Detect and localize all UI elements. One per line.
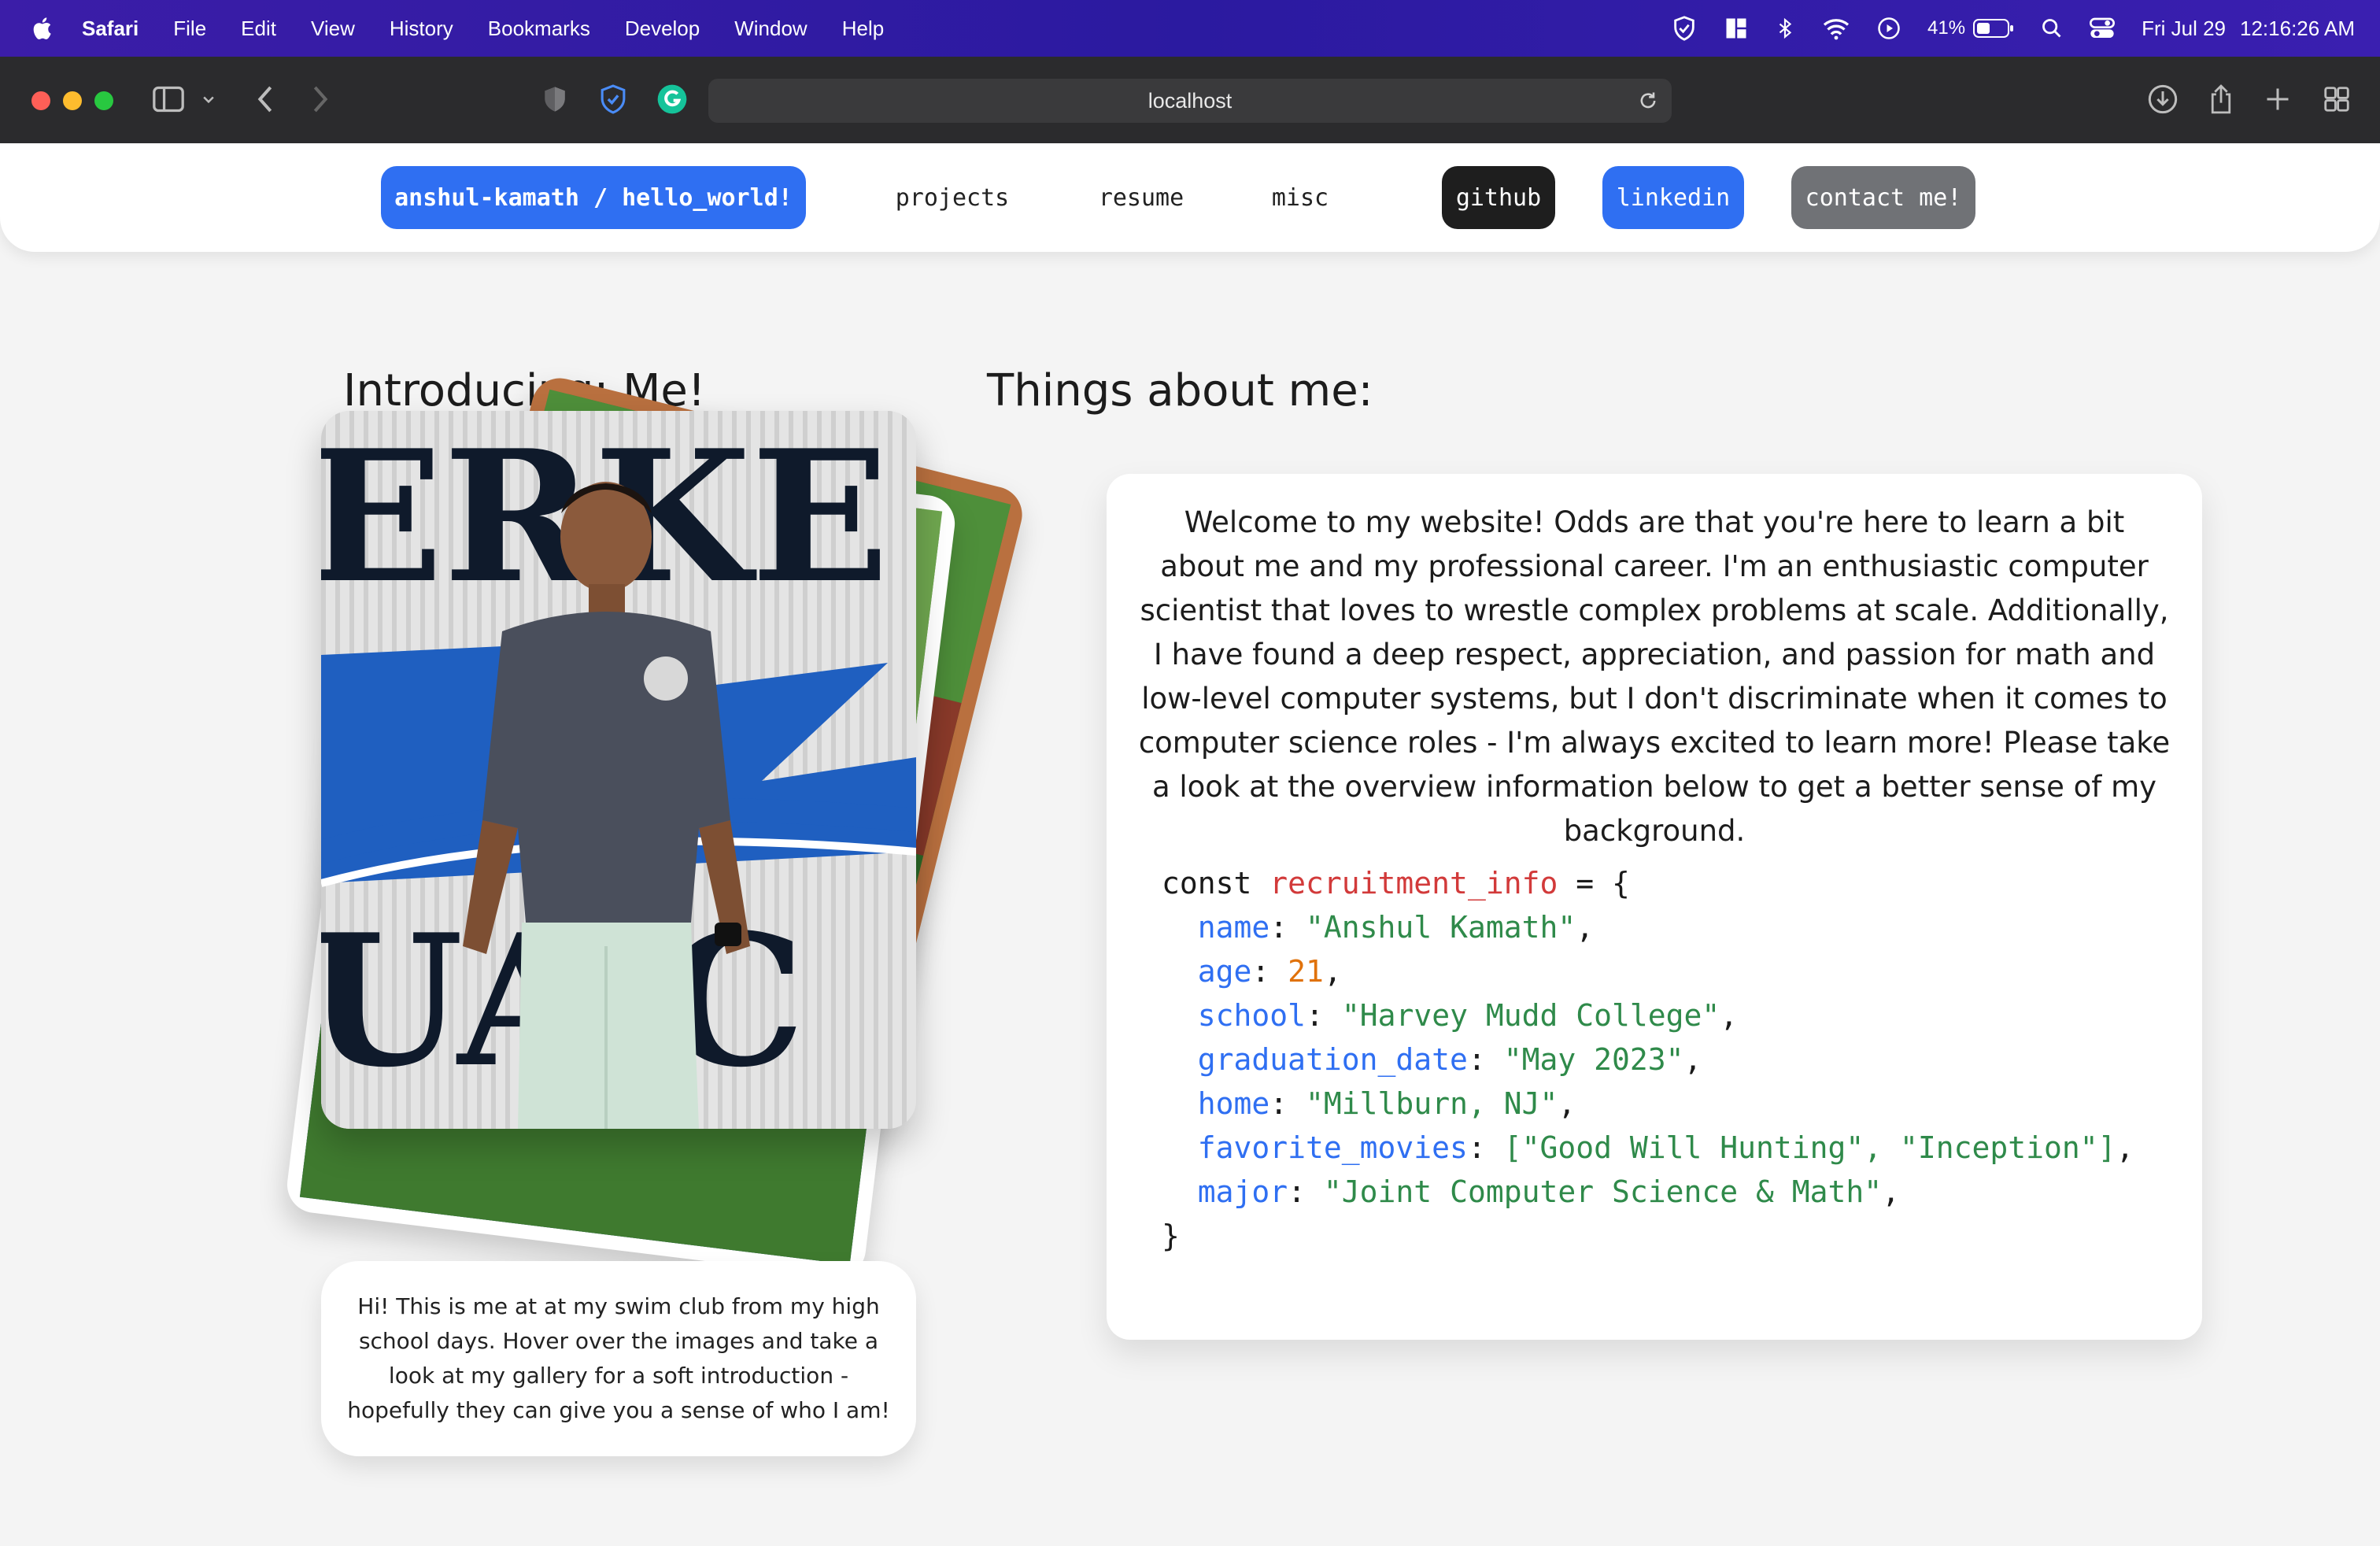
menu-history[interactable]: History (390, 17, 453, 41)
site-navbar: anshul-kamath / hello_world! projects re… (0, 143, 2380, 252)
code-variable-name: recruitment_info (1269, 866, 1558, 901)
close-window-button[interactable] (31, 91, 50, 110)
sidebar-toggle-icon[interactable] (151, 83, 186, 118)
privacy-report-icon[interactable] (541, 83, 568, 118)
contact-me-button[interactable]: contact me! (1791, 166, 1975, 229)
gallery-photo-front[interactable]: ERKE UA C (321, 411, 916, 1129)
control-center-icon[interactable] (2090, 17, 2116, 40)
menubar-date[interactable]: Fri Jul 29 (2142, 17, 2226, 41)
reload-icon[interactable] (1637, 90, 1659, 117)
bitwarden-extension-icon[interactable] (598, 83, 628, 118)
code-key-major: major (1197, 1174, 1288, 1209)
nav-link-resume[interactable]: resume (1086, 166, 1196, 229)
code-keyword: const (1162, 866, 1252, 901)
menu-help[interactable]: Help (842, 17, 884, 41)
menu-bookmarks[interactable]: Bookmarks (488, 17, 590, 41)
menu-file[interactable]: File (173, 17, 206, 41)
menu-develop[interactable]: Develop (625, 17, 700, 41)
code-key-favorite-movies: favorite_movies (1197, 1130, 1468, 1165)
home-brand-link[interactable]: anshul-kamath / hello_world! (381, 166, 806, 229)
code-key-home: home (1197, 1086, 1270, 1121)
about-heading: Things about me: (987, 365, 1373, 416)
nav-link-projects[interactable]: projects (889, 166, 1015, 229)
photo-caption-text: Hi! This is me at at my swim club from m… (347, 1293, 890, 1423)
battery-indicator[interactable]: 41% (1927, 17, 2014, 39)
minimize-window-button[interactable] (63, 91, 82, 110)
chevron-down-icon[interactable] (200, 91, 217, 110)
grammarly-extension-icon[interactable] (656, 83, 688, 118)
code-open-brace: = { (1558, 866, 1630, 901)
menubar-time[interactable]: 12:16:26 AM (2240, 17, 2355, 41)
swim-club-photo: ERKE UA C (321, 411, 916, 1129)
bluetooth-icon[interactable] (1775, 16, 1795, 41)
menu-edit[interactable]: Edit (241, 17, 276, 41)
menu-view[interactable]: View (311, 17, 355, 41)
zoom-window-button[interactable] (94, 91, 113, 110)
downloads-icon[interactable] (2147, 83, 2179, 118)
battery-icon (1973, 19, 2014, 38)
address-bar-url: localhost (1148, 88, 1232, 113)
photo-gallery[interactable]: ERKE UA C (283, 372, 1086, 1293)
battery-percent: 41% (1927, 17, 1966, 39)
browser-toolbar: localhost (0, 57, 2380, 144)
code-value-age: 21 (1288, 954, 1324, 989)
code-key-graduation-date: graduation_date (1197, 1042, 1468, 1077)
web-page: anshul-kamath / hello_world! projects re… (0, 143, 2380, 1546)
about-intro-text: Welcome to my website! Odds are that you… (1138, 505, 2171, 848)
recruitment-info-code: const recruitment_info = { name: "Anshul… (1162, 866, 2134, 1253)
code-key-age: age (1197, 954, 1252, 989)
code-value-home: "Millburn, NJ" (1306, 1086, 1558, 1121)
back-icon[interactable] (253, 83, 277, 118)
tab-overview-icon[interactable] (2322, 83, 2352, 118)
code-close-brace: } (1162, 1219, 1180, 1253)
wifi-icon[interactable] (1822, 17, 1850, 40)
new-tab-icon[interactable] (2264, 83, 2292, 118)
code-value-name: "Anshul Kamath" (1306, 910, 1576, 945)
shield-status-icon[interactable] (1671, 15, 1698, 42)
nav-link-misc[interactable]: misc (1259, 166, 1341, 229)
address-bar[interactable]: localhost (708, 79, 1672, 123)
github-button[interactable]: github (1442, 166, 1555, 229)
code-key-school: school (1197, 998, 1306, 1033)
macos-menu-bar: Safari File Edit View History Bookmarks … (0, 0, 2380, 57)
menu-window[interactable]: Window (734, 17, 807, 41)
now-playing-icon[interactable] (1877, 17, 1901, 40)
code-value-favorite-movies: ["Good Will Hunting", "Inception"] (1503, 1130, 2116, 1165)
share-icon[interactable] (2207, 83, 2235, 118)
code-key-name: name (1197, 910, 1270, 945)
apple-menu-icon[interactable] (30, 15, 57, 42)
menu-app-name[interactable]: Safari (82, 17, 139, 41)
forward-icon[interactable] (309, 83, 332, 118)
spotlight-search-icon[interactable] (2041, 17, 2063, 39)
window-layout-icon[interactable] (1724, 17, 1748, 40)
linkedin-button[interactable]: linkedin (1602, 166, 1744, 229)
code-value-school: "Harvey Mudd College" (1341, 998, 1720, 1033)
code-value-major: "Joint Computer Science & Math" (1323, 1174, 1883, 1209)
about-card: Welcome to my website! Odds are that you… (1107, 474, 2202, 1340)
photo-caption-card: Hi! This is me at at my swim club from m… (321, 1261, 916, 1456)
code-value-graduation-date: "May 2023" (1503, 1042, 1684, 1077)
